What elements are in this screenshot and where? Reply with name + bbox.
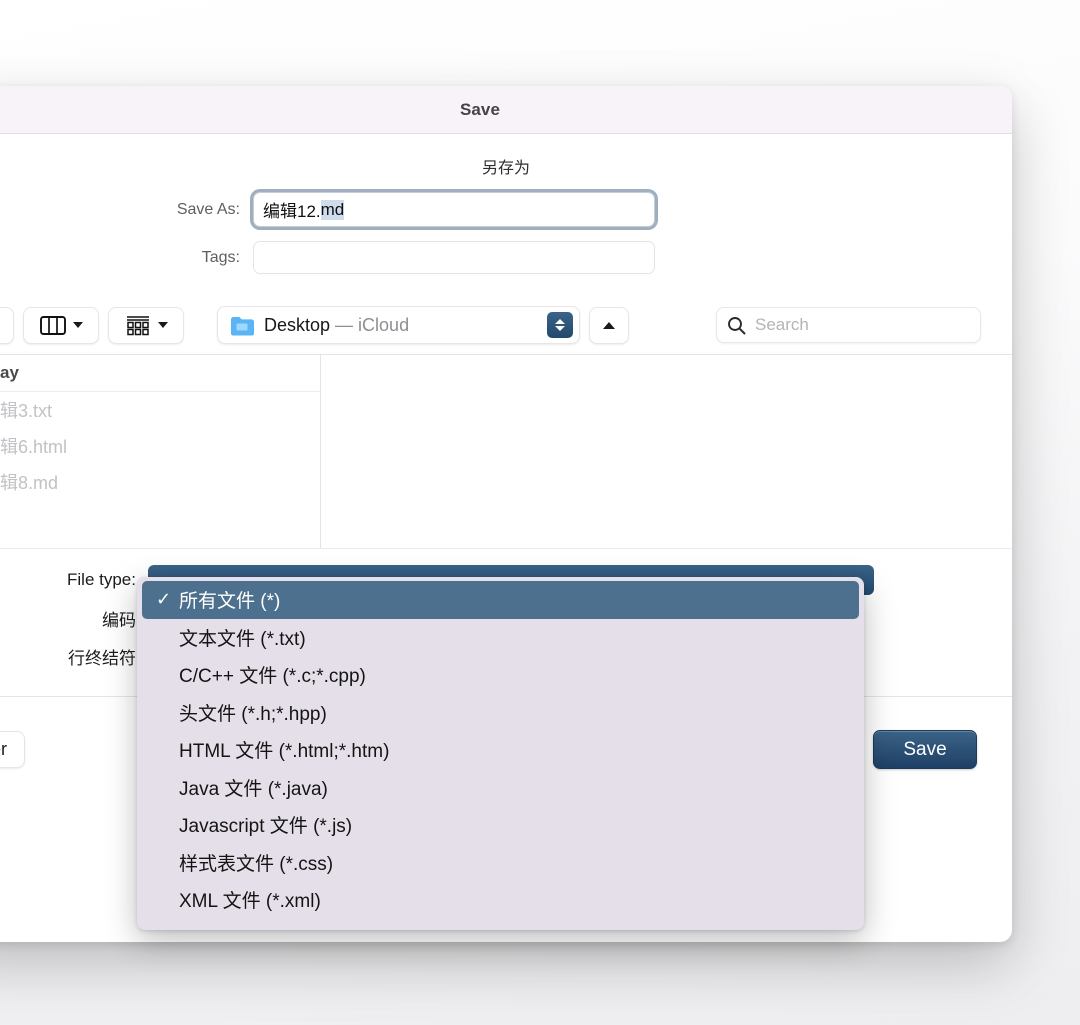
menu-item-java[interactable]: Java 文件 (*.java) bbox=[137, 769, 864, 807]
save-as-text-plain: 编辑12. bbox=[263, 202, 321, 221]
file-list-pane: ay 辑3.txt 辑6.html 辑8.md bbox=[0, 355, 321, 548]
list-item[interactable]: 辑3.txt bbox=[0, 392, 320, 428]
save-as-input[interactable]: 编辑12. md bbox=[253, 192, 655, 227]
menu-item-label: Javascript 文件 (*.js) bbox=[179, 816, 353, 838]
menu-item-label: Java 文件 (*.java) bbox=[179, 778, 328, 800]
file-group-header: ay bbox=[0, 355, 320, 392]
chevron-down-icon bbox=[72, 322, 83, 328]
list-item[interactable]: 辑8.md bbox=[0, 464, 320, 500]
file-type-label: File type: bbox=[67, 570, 136, 589]
save-as-row: Save As: 编辑12. md bbox=[0, 192, 1012, 227]
search-icon bbox=[728, 316, 746, 334]
dialog-title: Save bbox=[459, 99, 501, 119]
menu-item-label: C/C++ 文件 (*.c;*.cpp) bbox=[179, 666, 366, 688]
dialog-titlebar: Save bbox=[0, 86, 1012, 134]
menu-item-c-cpp[interactable]: C/C++ 文件 (*.c;*.cpp) bbox=[137, 656, 864, 694]
menu-item-label: XML 文件 (*.xml) bbox=[179, 891, 321, 913]
save-as-label: Save As: bbox=[176, 200, 240, 218]
line-ending-label: 行终结符 bbox=[68, 648, 136, 668]
dialog-subtitle: 另存为 bbox=[481, 160, 530, 177]
encoding-label: 编码 bbox=[102, 610, 136, 630]
list-item[interactable]: 辑6.html bbox=[0, 428, 320, 464]
location-popup-button[interactable]: Desktop — iCloud bbox=[217, 306, 580, 344]
view-mode-button[interactable] bbox=[23, 306, 99, 344]
file-preview-pane bbox=[321, 355, 1012, 548]
tags-label: Tags: bbox=[201, 248, 240, 266]
collapse-button[interactable] bbox=[589, 306, 629, 344]
save-button[interactable]: Save bbox=[873, 730, 977, 769]
footer-action-buttons: Save bbox=[873, 730, 977, 769]
group-items-icon bbox=[126, 315, 149, 335]
folder-icon bbox=[231, 316, 254, 335]
menu-item-label: 所有文件 (*) bbox=[179, 591, 281, 613]
column-view-icon bbox=[39, 315, 66, 335]
save-as-text-selected: md bbox=[320, 199, 345, 220]
menu-item-css[interactable]: 样式表文件 (*.css) bbox=[137, 844, 864, 882]
menu-item-label: 文本文件 (*.txt) bbox=[179, 628, 306, 650]
location-label: Desktop — iCloud bbox=[264, 315, 409, 336]
group-by-button[interactable] bbox=[108, 306, 184, 344]
search-placeholder: Search bbox=[755, 315, 809, 334]
tags-input[interactable] bbox=[253, 241, 655, 274]
menu-item-label: HTML 文件 (*.html;*.htm) bbox=[179, 741, 390, 763]
menu-item-txt[interactable]: 文本文件 (*.txt) bbox=[137, 619, 864, 657]
menu-item-javascript[interactable]: Javascript 文件 (*.js) bbox=[137, 806, 864, 844]
menu-item-all-files[interactable]: ✓ 所有文件 (*) bbox=[142, 581, 859, 619]
file-type-dropdown-menu: ✓ 所有文件 (*) 文本文件 (*.txt) C/C++ 文件 (*.c;*.… bbox=[137, 577, 864, 930]
chevron-down-icon bbox=[157, 322, 168, 328]
menu-item-label: 样式表文件 (*.css) bbox=[179, 853, 334, 875]
menu-item-xml[interactable]: XML 文件 (*.xml) bbox=[137, 881, 864, 919]
menu-item-label: 头文件 (*.h;*.hpp) bbox=[179, 703, 327, 725]
chevron-up-icon bbox=[603, 321, 615, 329]
location-name: Desktop bbox=[264, 314, 331, 335]
search-field[interactable]: Search bbox=[716, 307, 981, 343]
menu-item-html[interactable]: HTML 文件 (*.html;*.htm) bbox=[137, 731, 864, 769]
new-folder-button[interactable]: Folder bbox=[0, 731, 26, 768]
location-source: — iCloud bbox=[330, 314, 410, 335]
menu-item-header[interactable]: 头文件 (*.h;*.hpp) bbox=[137, 694, 864, 732]
file-browser: ay 辑3.txt 辑6.html 辑8.md bbox=[0, 354, 1012, 548]
up-down-stepper-icon[interactable] bbox=[547, 312, 573, 338]
forward-nav-button[interactable] bbox=[0, 306, 14, 344]
file-browser-toolbar: Desktop — iCloud Search bbox=[0, 296, 1012, 354]
checkmark-icon: ✓ bbox=[156, 589, 172, 610]
tags-row: Tags: bbox=[0, 241, 1012, 274]
